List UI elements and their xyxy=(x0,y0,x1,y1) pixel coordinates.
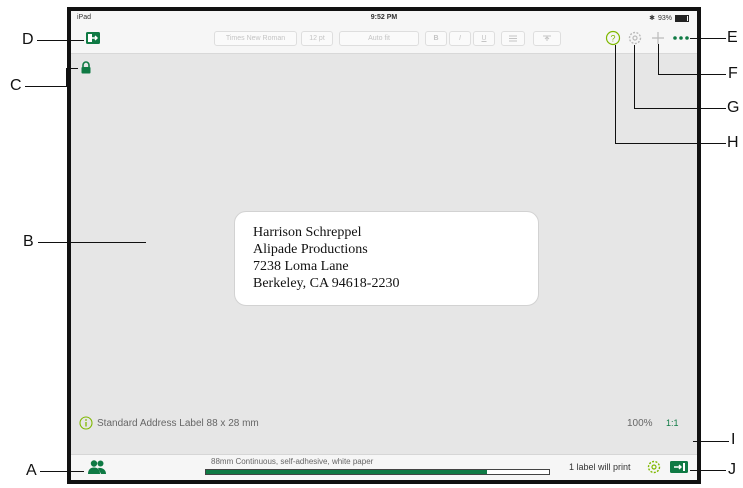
callout-j: J xyxy=(728,461,736,478)
ellipsis-icon xyxy=(673,36,689,40)
print-button[interactable] xyxy=(669,460,689,479)
callout-a-line xyxy=(40,471,84,472)
align-button[interactable] xyxy=(501,31,525,46)
help-button[interactable]: ? xyxy=(605,30,621,51)
underline-button[interactable]: U xyxy=(473,31,495,46)
callout-j-line xyxy=(690,470,726,471)
callout-f-line-v xyxy=(658,44,659,75)
gear-icon xyxy=(628,31,642,45)
callout-b-line xyxy=(38,242,146,243)
help-circle-icon: ? xyxy=(605,30,621,46)
callout-d-line xyxy=(37,40,84,41)
font-size-button[interactable]: 12 pt xyxy=(301,31,333,46)
battery-indicator: ✱ 93% xyxy=(649,14,689,22)
callout-c-line-h2 xyxy=(66,68,78,69)
align-icon xyxy=(509,35,517,42)
callout-d: D xyxy=(22,31,34,48)
label-canvas[interactable]: Harrison Schreppel Alipade Productions 7… xyxy=(71,54,697,434)
status-time: 9:52 PM xyxy=(370,14,398,21)
bluetooth-icon: ✱ xyxy=(649,15,655,22)
callout-a: A xyxy=(26,462,37,479)
callout-h: H xyxy=(727,134,739,151)
zoom-level: 100% xyxy=(627,418,653,429)
callout-e-line xyxy=(690,38,726,39)
callout-c-line-v xyxy=(66,68,67,87)
callout-i: I xyxy=(731,431,736,448)
exit-button[interactable] xyxy=(85,31,101,50)
label-line-1: Harrison Schreppel xyxy=(253,225,362,240)
ipad-screen: iPad 9:52 PM ✱ 93% Times New Roman 12 pt… xyxy=(67,7,701,484)
label-type-text: Standard Address Label 88 x 28 mm xyxy=(97,418,259,429)
lock-icon xyxy=(81,61,91,74)
bottom-bar: 88mm Continuous, self-adhesive, white pa… xyxy=(71,454,697,480)
callout-g-line-h xyxy=(634,108,726,109)
label-line-2: Alipade Productions xyxy=(253,242,368,257)
battery-percent: 93% xyxy=(657,14,672,22)
address-label[interactable]: Harrison Schreppel Alipade Productions 7… xyxy=(234,211,539,306)
callout-g-line-v xyxy=(634,45,635,109)
vertical-align-icon xyxy=(543,35,551,41)
print-count: 1 label will print xyxy=(569,462,631,472)
callout-c-line-h xyxy=(25,86,66,87)
print-icon xyxy=(670,461,688,473)
callout-h-line-h xyxy=(615,143,726,144)
info-row: Standard Address Label 88 x 28 mm 100% 1… xyxy=(71,412,697,434)
gear-icon xyxy=(647,460,661,474)
italic-button[interactable]: I xyxy=(449,31,471,46)
more-button[interactable] xyxy=(672,30,690,51)
callout-h-line-v xyxy=(615,45,616,144)
fit-mode-button[interactable]: Auto fit xyxy=(339,31,419,46)
settings-button[interactable] xyxy=(627,30,643,51)
callout-i-line xyxy=(693,441,729,442)
status-bar: iPad 9:52 PM ✱ 93% xyxy=(71,11,697,25)
label-line-3: 7238 Loma Lane xyxy=(253,259,349,274)
battery-icon xyxy=(675,14,689,22)
callout-f: F xyxy=(728,65,738,82)
svg-text:?: ? xyxy=(610,34,615,44)
callout-c: C xyxy=(10,77,22,94)
media-progress xyxy=(205,469,550,475)
ratio-button[interactable]: 1:1 xyxy=(666,418,679,428)
media-progress-fill xyxy=(206,470,488,474)
media-description: 88mm Continuous, self-adhesive, white pa… xyxy=(211,457,374,466)
info-circle-icon xyxy=(79,416,93,430)
exit-icon xyxy=(86,32,100,44)
toolbar: Times New Roman 12 pt Auto fit B I U ? xyxy=(71,25,697,54)
callout-b: B xyxy=(23,233,34,250)
callout-g: G xyxy=(727,99,740,116)
lock-button[interactable] xyxy=(80,61,92,79)
font-name-button[interactable]: Times New Roman xyxy=(214,31,297,46)
people-icon xyxy=(88,460,106,474)
bold-button[interactable]: B xyxy=(425,31,447,46)
callout-e: E xyxy=(727,29,738,46)
callout-f-line-h xyxy=(658,74,726,75)
print-settings-button[interactable] xyxy=(646,459,662,480)
vertical-align-button[interactable] xyxy=(533,31,561,46)
info-button[interactable] xyxy=(79,416,93,433)
contacts-button[interactable] xyxy=(87,459,107,480)
label-line-4: Berkeley, CA 94618-2230 xyxy=(253,276,400,291)
